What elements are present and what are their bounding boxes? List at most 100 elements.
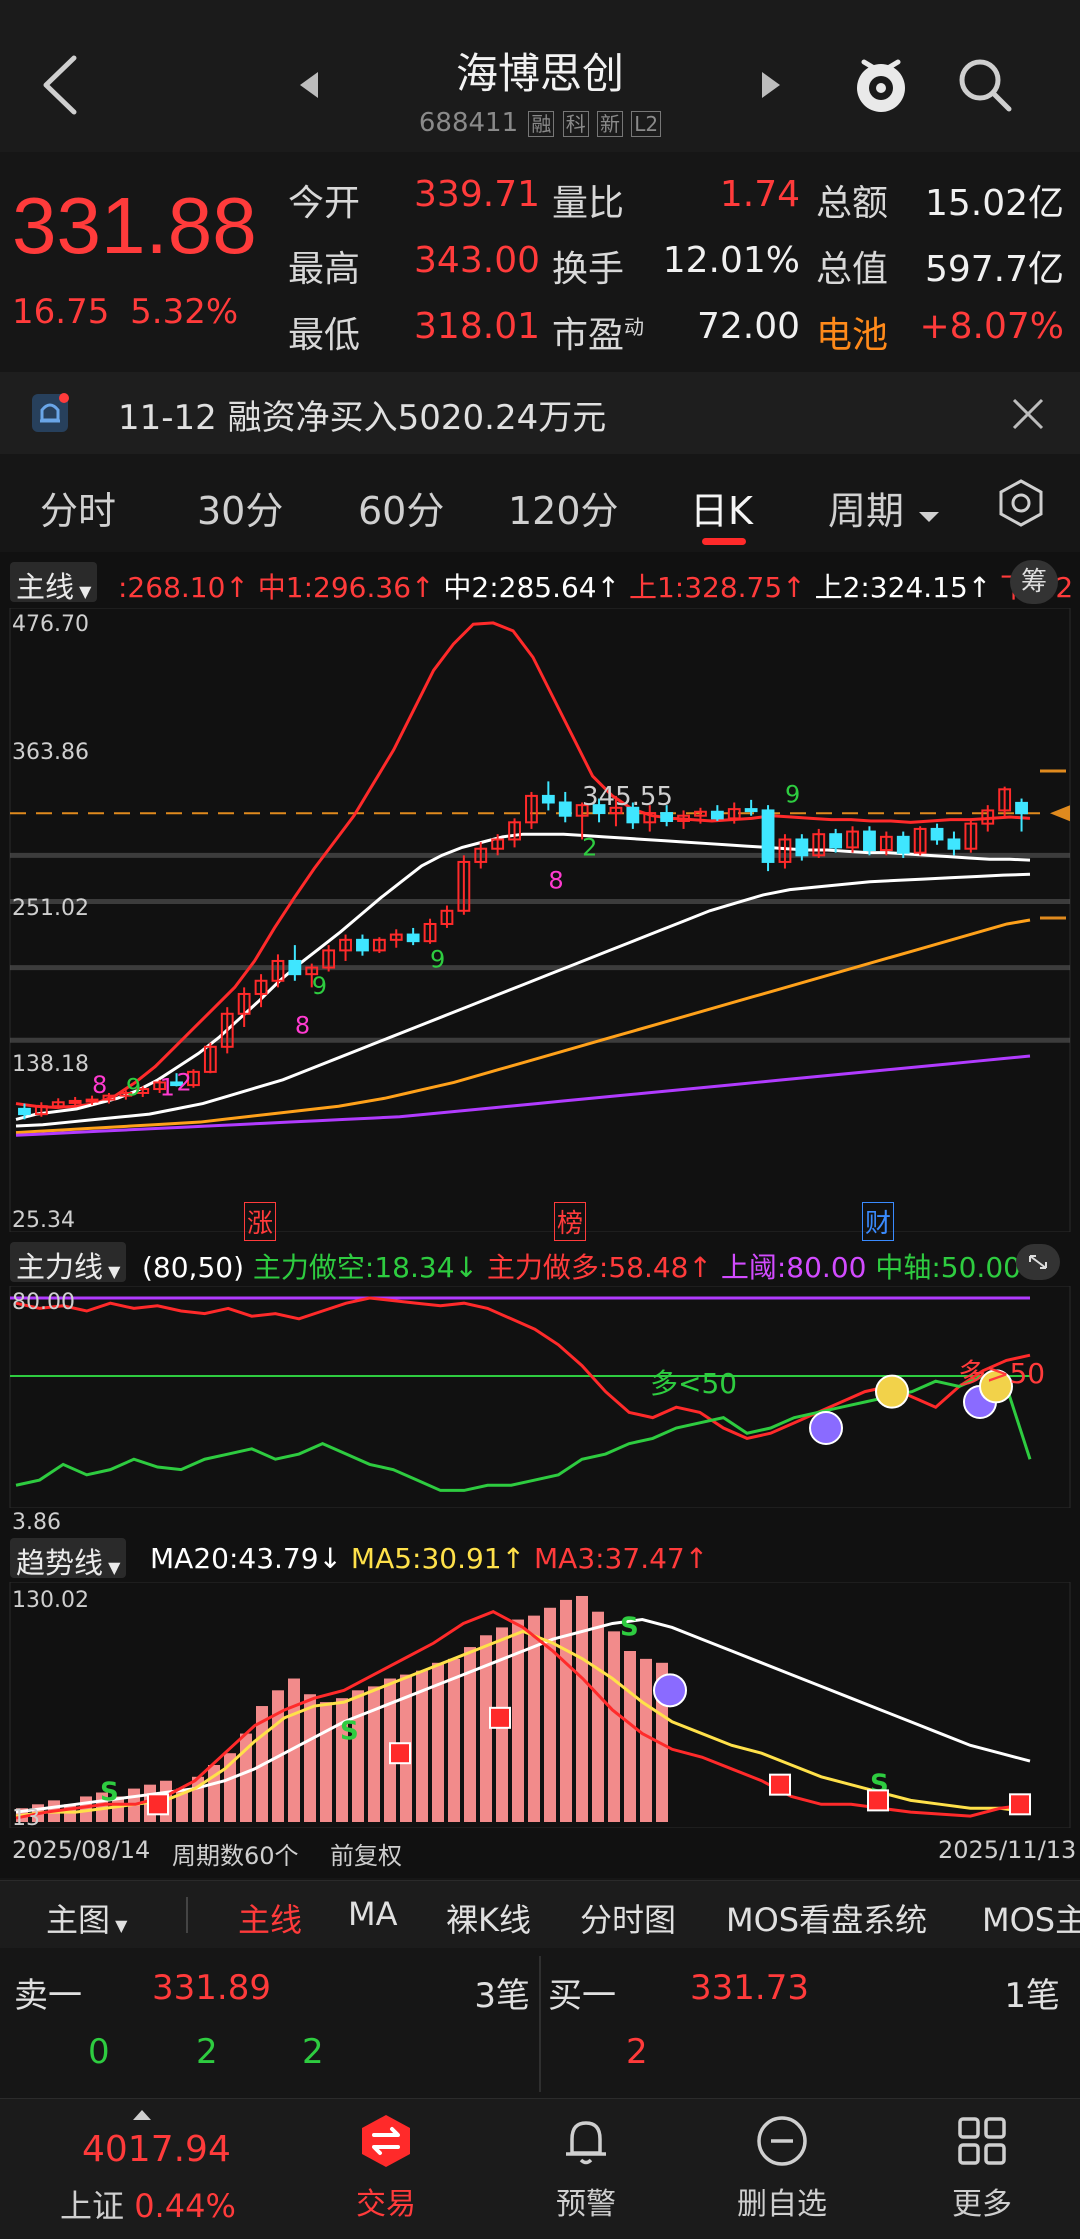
date-start: 2025/08/14 <box>12 1836 151 1864</box>
stock-code: 688411 <box>418 108 519 138</box>
signal-face-icon <box>653 1673 687 1708</box>
buy-signal-box <box>389 1742 411 1765</box>
pe-label-text: 市盈 <box>552 315 625 356</box>
subtab-mos-main[interactable]: MOS主 <box>982 1895 1080 1941</box>
tab-60min[interactable]: 60分 <box>358 480 444 535</box>
expand-icon[interactable] <box>1016 1244 1060 1280</box>
nav-trade[interactable]: 交易 <box>316 2113 456 2223</box>
sell-signal-s: S <box>620 1612 639 1642</box>
index-name: 上证 <box>60 2187 125 2225</box>
subtab-intraday-chart[interactable]: 分时图 <box>580 1895 676 1941</box>
stock-code-line: 688411 融 科 新 L2 <box>0 108 1080 138</box>
nav-alert-label: 预警 <box>556 2187 616 2222</box>
search-icon[interactable] <box>955 55 1015 115</box>
main-kline-chart[interactable]: 8 9 1 2899829 <box>0 608 1080 1232</box>
turnover-rate-label: 换手 <box>552 249 625 290</box>
sell1-qty: 3笔 <box>474 1976 530 2016</box>
trend-bar <box>592 1611 604 1822</box>
sell1-price: 331.89 <box>152 1968 271 2008</box>
index-info: 上证 0.44% <box>60 2181 236 2227</box>
trend-bar <box>304 1694 316 1822</box>
nav-remove-watchlist[interactable]: 删自选 <box>712 2113 852 2223</box>
nav-trade-label: 交易 <box>356 2187 416 2222</box>
turnover-rate-value: 12.01% <box>662 240 800 281</box>
subtab-mos-system[interactable]: MOS看盘系统 <box>726 1895 927 1941</box>
last-price: 331.88 <box>12 181 257 270</box>
chart-area[interactable]: 主线 ▼ :268.10↑ 中1:296.36↑ 中2:285.64↑ 上1:3… <box>0 552 1080 1878</box>
candle-body <box>896 835 910 854</box>
sell-signal-s: S <box>100 1777 119 1807</box>
sell1-label: 卖一 <box>14 1976 82 2016</box>
trend-chart[interactable]: SSSS <box>0 1582 1080 1828</box>
settings-hex-icon[interactable] <box>996 478 1046 528</box>
signal-face-icon <box>809 1411 843 1446</box>
index-pct: 0.44% <box>134 2187 236 2225</box>
y-label: 13 <box>12 1806 40 1831</box>
nav-more[interactable]: 更多 <box>912 2113 1052 2223</box>
sector-change-value: +8.07% <box>919 306 1064 347</box>
sequence-digit: 9 <box>430 946 445 974</box>
force-legend: (80,50) 主力做空:18.34↓ 主力做多:58.48↑ 上阈:80.00… <box>142 1246 1021 1286</box>
sell-level: 2 <box>196 2032 218 2072</box>
prev-stock-icon[interactable] <box>298 70 320 100</box>
buy-level: 2 <box>626 2032 648 2072</box>
notice-bar[interactable]: 11-12 融资净买入5020.24万元 <box>0 372 1080 454</box>
buy1-price: 331.73 <box>690 1968 809 2008</box>
assistant-robot-icon[interactable] <box>850 52 912 118</box>
force-indicator-dropdown[interactable]: 主力线 ▼ <box>10 1242 127 1284</box>
subtab-mainline[interactable]: 主线 <box>238 1895 302 1941</box>
notice-text: 11-12 融资净买入5020.24万元 <box>118 398 607 438</box>
price-change: 16.75 5.32% <box>12 292 238 332</box>
subtab-bare-k[interactable]: 裸K线 <box>446 1895 531 1941</box>
main-chart-dropdown[interactable]: 主图 ▼ <box>46 1895 127 1941</box>
sector-label[interactable]: 电池 <box>816 306 888 358</box>
buy-signal-box <box>489 1706 511 1729</box>
sequence-digit: 2 <box>582 833 597 861</box>
nav-more-label: 更多 <box>952 2187 1012 2222</box>
trend-bar <box>608 1631 620 1822</box>
tab-daily-k[interactable]: 日K <box>690 480 753 535</box>
buy-signal-box <box>867 1789 889 1812</box>
subtab-ma[interactable]: MA <box>348 1895 398 1933</box>
legend-item: :268.10↑ <box>118 571 249 604</box>
index-widget[interactable]: 4017.94 上证 0.44% <box>0 2099 240 2239</box>
tab-120min[interactable]: 120分 <box>508 480 619 535</box>
candle-body <box>660 812 674 822</box>
main-indicator-dropdown[interactable]: 主线 ▼ <box>10 562 98 604</box>
pe-value: 72.00 <box>696 306 800 347</box>
nav-alert[interactable]: 预警 <box>516 2113 656 2223</box>
chip-distribution-button[interactable]: 筹 <box>1010 560 1058 604</box>
grid-icon <box>958 2117 1006 2165</box>
change-percent: 5.32% <box>130 292 239 332</box>
tab-period[interactable]: 周期 <box>828 480 940 535</box>
tab-30min[interactable]: 30分 <box>197 480 283 535</box>
caret-down-icon: ▼ <box>103 1262 121 1281</box>
legend-item: 上2:324.15↑ <box>814 571 992 604</box>
adjust-mode[interactable]: 前复权 <box>330 1836 402 1871</box>
legend-item: 上阈:80.00 <box>720 1251 867 1284</box>
trend-bar <box>448 1658 460 1822</box>
force-note: 多<50 <box>650 1367 738 1400</box>
legend-item: 主力做空:18.34↓ <box>252 1251 478 1284</box>
legend-item: 中轴:50.00 <box>875 1251 1021 1284</box>
badge-rong: 融 <box>528 111 555 137</box>
sequence-digit: 9 <box>126 1074 141 1102</box>
trend-legend: MA20:43.79↓ MA5:30.91↑ MA3:37.47↑ <box>150 1542 708 1575</box>
legend-item: 上1:328.75↑ <box>628 571 806 604</box>
market-cap-value: 597.7亿 <box>924 249 1064 290</box>
candle-body <box>930 827 944 841</box>
date-end: 2025/11/13 <box>938 1836 1077 1864</box>
close-icon[interactable] <box>1010 396 1046 432</box>
legend-item: 中1:296.36↑ <box>257 571 435 604</box>
trend-indicator-dropdown[interactable]: 趋势线 ▼ <box>10 1538 127 1580</box>
sequence-digit: 8 <box>92 1071 107 1099</box>
quote-panel: 331.88 16.75 5.32% 今开 339.71 量比 1.74 总额 … <box>0 152 1080 370</box>
y-label: 363.86 <box>12 740 89 765</box>
force-chart[interactable] <box>0 1286 1080 1508</box>
candle-body <box>829 833 843 849</box>
bottom-nav: 4017.94 上证 0.44% 交易 预警 删自选 更多 <box>0 2098 1080 2239</box>
turnover-amount-value: 15.02亿 <box>924 183 1064 224</box>
next-stock-icon[interactable] <box>760 70 782 100</box>
current-price-arrow <box>1050 805 1070 822</box>
tab-intraday[interactable]: 分时 <box>40 480 116 535</box>
